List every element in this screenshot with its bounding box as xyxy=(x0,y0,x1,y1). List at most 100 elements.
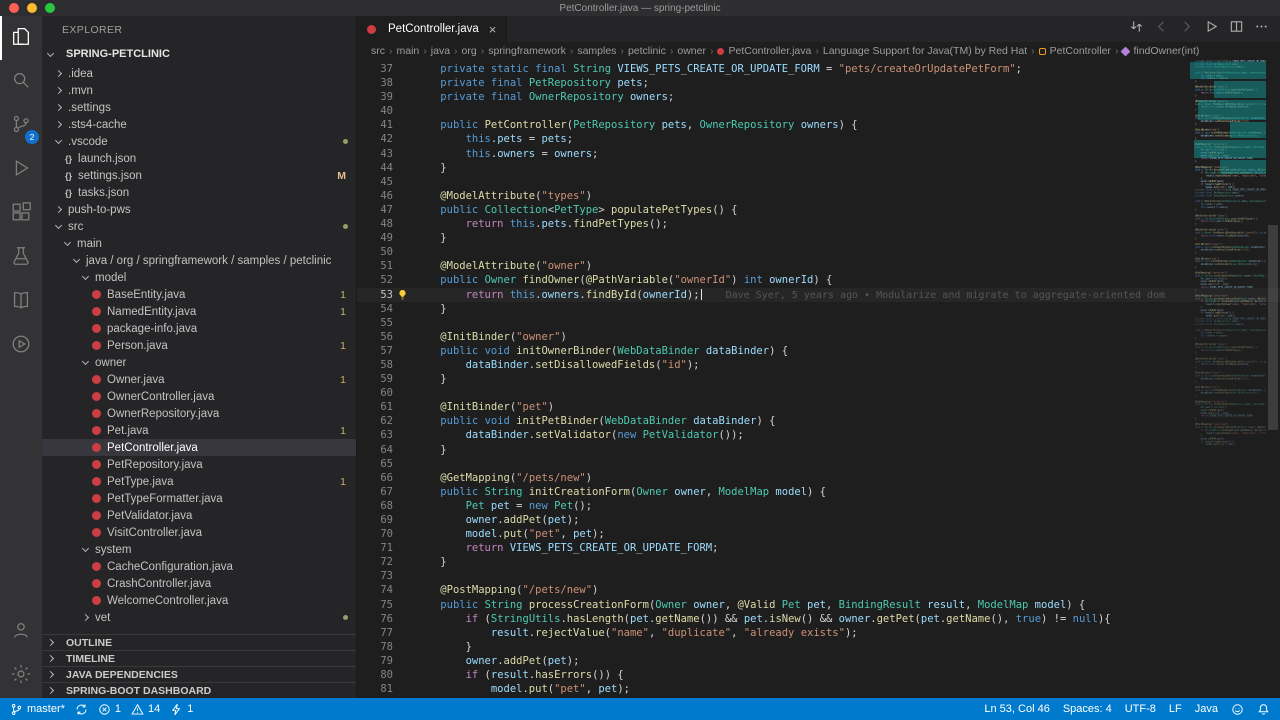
code-line-46[interactable]: 46 @ModelAttribute("types") xyxy=(357,189,1280,203)
tree-item-main[interactable]: main xyxy=(42,235,356,252)
tree-item-launch-json[interactable]: {}launch.json xyxy=(42,150,356,167)
code-line-45[interactable]: 45 xyxy=(357,175,1280,189)
breadcrumb-item-petclinic[interactable]: petclinic xyxy=(628,45,666,57)
activity-search[interactable] xyxy=(0,60,42,104)
code-line-61[interactable]: 61 @InitBinder("pet") xyxy=(357,400,1280,414)
tree-item-tasks-json[interactable]: {}tasks.json xyxy=(42,184,356,201)
code-line-56[interactable]: 56 @InitBinder("owner") xyxy=(357,330,1280,344)
scrollbar-thumb[interactable] xyxy=(1268,225,1278,430)
tree-item-model[interactable]: model xyxy=(42,269,356,286)
breadcrumb-item-petcontroller-java[interactable]: PetController.java xyxy=(717,45,811,57)
tree-item-ownercontroller-java[interactable]: OwnerController.java xyxy=(42,388,356,405)
code-line-49[interactable]: 49 } xyxy=(357,231,1280,245)
scrollbar[interactable] xyxy=(1266,60,1280,698)
code-line-63[interactable]: 63 dataBinder.setValidator(new PetValida… xyxy=(357,428,1280,442)
breadcrumb-item-org[interactable]: org xyxy=(462,45,477,57)
code-line-62[interactable]: 62 public void initPetBinder(WebDataBind… xyxy=(357,414,1280,428)
code-line-41[interactable]: 41 public PetController(PetRepository pe… xyxy=(357,118,1280,132)
status-tasks[interactable]: 1 xyxy=(170,703,193,716)
code-line-66[interactable]: 66 @GetMapping("/pets/new") xyxy=(357,471,1280,485)
code-line-68[interactable]: 68 Pet pet = new Pet(); xyxy=(357,499,1280,513)
activity-live-share[interactable] xyxy=(0,324,42,368)
navigate-back-button[interactable] xyxy=(1150,18,1172,40)
code-line-58[interactable]: 58 dataBinder.setDisallowedFields("id"); xyxy=(357,358,1280,372)
run-button[interactable] xyxy=(1200,18,1222,40)
sidebar-panel-java-dependencies[interactable]: JAVA DEPENDENCIES xyxy=(42,666,356,682)
code-line-67[interactable]: 67 public String initCreationForm(Owner … xyxy=(357,485,1280,499)
code-line-53[interactable]: 53 return this.owners.findById(ownerId);… xyxy=(357,288,1280,302)
tree-item-petcontroller-java[interactable]: PetController.java xyxy=(42,439,356,456)
code-line-44[interactable]: 44 } xyxy=(357,161,1280,175)
code-editor[interactable]: 37 private static final String VIEWS_PET… xyxy=(357,60,1280,698)
tree-item-settings[interactable]: .settings xyxy=(42,99,356,116)
activity-extensions[interactable] xyxy=(0,192,42,236)
tree-item-visitcontroller-java[interactable]: VisitController.java xyxy=(42,524,356,541)
code-line-57[interactable]: 57 public void initOwnerBinder(WebDataBi… xyxy=(357,344,1280,358)
activity-settings[interactable] xyxy=(0,654,42,698)
code-line-39[interactable]: 39 private final OwnerRepository owners; xyxy=(357,90,1280,104)
activity-explorer[interactable] xyxy=(0,16,42,60)
status-branch[interactable]: master* xyxy=(10,703,65,716)
tree-item-baseentity-java[interactable]: BaseEntity.java1 xyxy=(42,286,356,303)
code-line-43[interactable]: 43 this.owners = owners; xyxy=(357,147,1280,161)
code-line-81[interactable]: 81 model.put("pet", pet); xyxy=(357,682,1280,696)
code-line-79[interactable]: 79 owner.addPet(pet); xyxy=(357,654,1280,668)
minimap[interactable]: private static final String VIEWS_PETS_C… xyxy=(1190,60,1266,698)
code-line-54[interactable]: 54 } xyxy=(357,302,1280,316)
split-editor-button[interactable] xyxy=(1225,18,1247,40)
tree-item-cacheconfiguration-java[interactable]: CacheConfiguration.java xyxy=(42,558,356,575)
breadcrumb-item-main[interactable]: main xyxy=(397,45,420,57)
activity-java-projects[interactable] xyxy=(0,280,42,324)
status-cursor-position[interactable]: Ln 53, Col 46 xyxy=(984,703,1049,715)
tree-item-vscode[interactable]: .vscode xyxy=(42,133,356,150)
breadcrumb-item-java[interactable]: java xyxy=(431,45,450,57)
status-eol[interactable]: LF xyxy=(1169,703,1182,715)
tree-item-pet-java[interactable]: Pet.java1 xyxy=(42,422,356,439)
sidebar-panel-spring-boot-dashboard[interactable]: SPRING-BOOT DASHBOARD xyxy=(42,682,356,698)
tree-item-push-to-pws[interactable]: push-to-pws xyxy=(42,201,356,218)
tree-item-owner[interactable]: owner xyxy=(42,354,356,371)
tree-item-person-java[interactable]: Person.java1 xyxy=(42,337,356,354)
code-line-48[interactable]: 48 return this.pets.findPetTypes(); xyxy=(357,217,1280,231)
code-line-70[interactable]: 70 model.put("pet", pet); xyxy=(357,527,1280,541)
more-actions-button[interactable] xyxy=(1250,18,1272,40)
tree-item-vet[interactable]: vet xyxy=(42,609,356,626)
activity-source-control[interactable]: 2 xyxy=(0,104,42,148)
tree-item-package-info-java[interactable]: package-info.java xyxy=(42,320,356,337)
tree-item-sts4-cache[interactable]: .sts4-cache xyxy=(42,116,356,133)
code-line-73[interactable]: 73 xyxy=(357,569,1280,583)
status-indentation[interactable]: Spaces: 4 xyxy=(1063,703,1112,715)
tree-item-java-org-springframework-samples-petclinic[interactable]: java / org / springframework / samples /… xyxy=(42,252,356,269)
tree-item-crashcontroller-java[interactable]: CrashController.java xyxy=(42,575,356,592)
breadcrumb-item-springframework[interactable]: springframework xyxy=(488,45,566,57)
code-line-80[interactable]: 80 if (result.hasErrors()) { xyxy=(357,668,1280,682)
workspace-section-header[interactable]: SPRING-PETCLINIC xyxy=(42,43,356,65)
tree-item-petvalidator-java[interactable]: PetValidator.java xyxy=(42,507,356,524)
code-line-64[interactable]: 64 } xyxy=(357,443,1280,457)
status-sync[interactable] xyxy=(75,703,88,716)
code-line-69[interactable]: 69 owner.addPet(pet); xyxy=(357,513,1280,527)
breadcrumb-item-samples[interactable]: samples xyxy=(577,45,616,57)
close-window-button[interactable] xyxy=(9,3,19,13)
breadcrumb-item-src[interactable]: src xyxy=(371,45,385,57)
code-line-60[interactable]: 60 xyxy=(357,386,1280,400)
navigate-forward-button[interactable] xyxy=(1175,18,1197,40)
code-line-75[interactable]: 75 public String processCreationForm(Own… xyxy=(357,598,1280,612)
tree-item-namedentity-java[interactable]: NamedEntity.java1 xyxy=(42,303,356,320)
status-feedback[interactable] xyxy=(1231,703,1244,716)
code-line-51[interactable]: 51 @ModelAttribute("owner") xyxy=(357,259,1280,273)
status-warnings[interactable]: 14 xyxy=(131,703,160,716)
lightbulb-icon[interactable] xyxy=(397,289,408,300)
code-line-40[interactable]: 40 xyxy=(357,104,1280,118)
code-line-37[interactable]: 37 private static final String VIEWS_PET… xyxy=(357,62,1280,76)
tree-item-ownerrepository-java[interactable]: OwnerRepository.java xyxy=(42,405,356,422)
tab-petcontroller-java[interactable]: PetController.java × xyxy=(357,16,507,42)
sidebar-panel-outline[interactable]: OUTLINE xyxy=(42,634,356,650)
tree-item-owner-java[interactable]: Owner.java1 xyxy=(42,371,356,388)
tree-item-settings-json[interactable]: {}settings.jsonM xyxy=(42,167,356,184)
code-line-65[interactable]: 65 xyxy=(357,457,1280,471)
code-line-50[interactable]: 50 xyxy=(357,245,1280,259)
tree-item-idea[interactable]: .idea xyxy=(42,65,356,82)
code-line-47[interactable]: 47 public Collection<PetType> populatePe… xyxy=(357,203,1280,217)
activity-accounts[interactable] xyxy=(0,610,42,654)
